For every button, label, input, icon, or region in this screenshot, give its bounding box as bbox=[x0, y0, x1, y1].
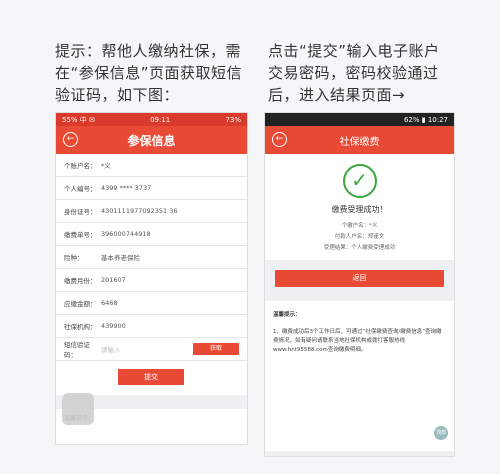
info-row-label: 社保机构： bbox=[64, 323, 97, 331]
status-left: 55% 中 ✉ bbox=[62, 115, 95, 124]
phone-insurance-info: 55% 中 ✉ 09:11 73% ← 参保信息 个账户名： *义个人编号： 439… bbox=[55, 112, 248, 445]
status-bar: 62% ▮ 10:27 bbox=[265, 113, 454, 126]
status-battery: 73% bbox=[225, 115, 241, 124]
left-caption: 提示：帮他人缴纳社保，需在“参保信息”页面获取短信验证码，如下图： bbox=[55, 42, 243, 104]
notice-title: 温馨提示： bbox=[273, 312, 301, 318]
result-remitter: 付款人户名：郑谨文 bbox=[334, 234, 385, 240]
result-status: 受理结果：个人缴费受理成功 bbox=[323, 245, 396, 251]
status-right: 62% ▮ 10:27 bbox=[403, 115, 448, 124]
scroll-top-button[interactable]: 顶部 bbox=[434, 426, 448, 440]
success-message: 缴费受理成功！ bbox=[331, 205, 388, 214]
info-row-label: 险种： bbox=[64, 254, 84, 262]
result-card: ✓ 缴费受理成功！ 个缴户名：*义 付款人户名：郑谨文 受理结果：个人缴费受理成… bbox=[265, 154, 454, 260]
back-icon[interactable]: ← bbox=[272, 132, 287, 147]
sms-code-row: 短信验证码： 请输入 获取 bbox=[56, 338, 247, 361]
info-row-value: 6468 bbox=[101, 299, 118, 307]
info-row-label: 个人编号： bbox=[64, 185, 97, 193]
info-row-value: 基本养老保险 bbox=[101, 254, 140, 262]
info-row-label: 缴费单号： bbox=[64, 231, 97, 239]
submit-button[interactable]: 提交 bbox=[118, 369, 184, 385]
info-row-label: 个账户名： bbox=[64, 162, 97, 170]
info-row: 险种： 基本养老保险 bbox=[56, 246, 247, 269]
info-row: 个人编号： 4399 **** 3737 bbox=[56, 177, 247, 200]
info-row: 身份证号： 4301111977092351 36 bbox=[56, 200, 247, 223]
status-bar: 55% 中 ✉ 09:11 73% bbox=[56, 113, 247, 126]
info-row: 缴费月份： 201607 bbox=[56, 269, 247, 292]
info-row-value: 4301111977092351 36 bbox=[101, 207, 178, 215]
get-code-button[interactable]: 获取 bbox=[193, 343, 239, 355]
info-row-value: 396000744918 bbox=[101, 230, 151, 238]
info-row-label: 应缴金额： bbox=[64, 300, 97, 308]
info-row-value: 4399 **** 3737 bbox=[101, 184, 152, 192]
info-row-value: 201607 bbox=[101, 276, 126, 284]
sms-code-label: 短信验证码： bbox=[64, 341, 90, 359]
back-icon[interactable]: ← bbox=[63, 132, 78, 147]
right-caption: 点击“提交”输入电子账户交易密码，密码校验通过后，进入结果页面→ bbox=[268, 42, 440, 104]
info-list: 个账户名： *义个人编号： 4399 **** 3737 身份证号： 430111197… bbox=[56, 154, 247, 338]
header-bar: ← 参保信息 bbox=[56, 126, 247, 154]
info-row-value: *义 bbox=[101, 162, 111, 170]
info-row-label: 缴费月份： bbox=[64, 277, 97, 285]
info-row-label: 身份证号： bbox=[64, 208, 97, 216]
floating-assist-icon[interactable] bbox=[62, 393, 94, 425]
status-time: 09:11 bbox=[150, 115, 171, 124]
page-title: 参保信息 bbox=[127, 133, 176, 148]
notice-text: 1、缴费成功后3个工作日后，可通过“社保缴费查询/缴费信息”查询缴费情况，如有疑… bbox=[273, 329, 442, 353]
sms-code-input[interactable]: 请输入 bbox=[101, 344, 193, 354]
info-row: 缴费单号： 396000744918 bbox=[56, 223, 247, 246]
phone-result: 62% ▮ 10:27 ← 社保缴费 ✓ 缴费受理成功！ 个缴户名：*义 付款人… bbox=[264, 112, 455, 457]
info-row-value: 439900 bbox=[101, 322, 126, 330]
info-row: 应缴金额： 6468 bbox=[56, 292, 247, 315]
result-payer: 个缴户名：*义 bbox=[341, 223, 378, 229]
header-bar: ← 社保缴费 bbox=[265, 126, 454, 154]
notice-box: 温馨提示： 1、缴费成功后3个工作日后，可通过“社保缴费查询/缴费信息”查询缴费… bbox=[265, 301, 454, 451]
info-row: 社保机构： 439900 bbox=[56, 315, 247, 338]
return-button[interactable]: 返回 bbox=[275, 270, 444, 287]
success-check-icon: ✓ bbox=[342, 164, 377, 198]
info-row: 个账户名： *义 bbox=[56, 154, 247, 177]
page-title: 社保缴费 bbox=[339, 136, 380, 148]
